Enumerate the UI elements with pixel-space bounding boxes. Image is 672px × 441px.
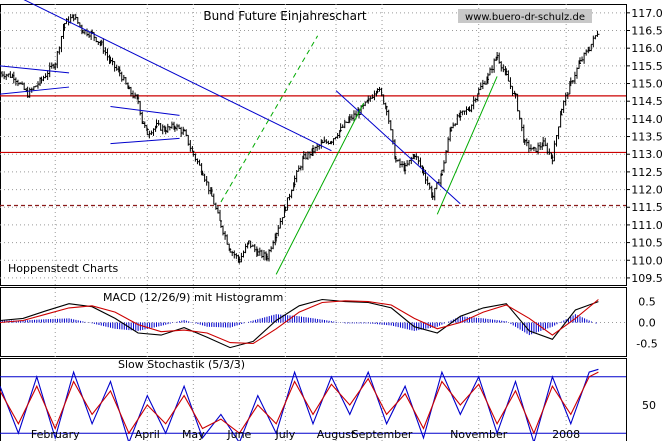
panel-frames	[0, 4, 627, 441]
trendline	[275, 102, 365, 275]
trendline	[110, 137, 180, 145]
x-tick-label: June	[226, 428, 251, 441]
macd-y-tick-label: 0.5	[638, 296, 656, 309]
x-tick-label: November	[450, 428, 508, 441]
y-tick-label: 111.0	[631, 219, 663, 232]
price-panel	[0, 0, 626, 275]
trendline	[335, 90, 461, 205]
y-tick-label: 110.0	[631, 254, 663, 267]
y-tick-label: 117.0	[631, 7, 663, 20]
axis-labels: February April May June July AugustSeptember N…	[31, 7, 663, 441]
trendline	[0, 86, 70, 95]
y-tick-label: 116.5	[631, 25, 663, 38]
chart-root: February April May June July August September N…	[0, 0, 672, 441]
x-tick-label: 2008	[552, 428, 580, 441]
x-tick-label: February	[31, 428, 80, 441]
chart-canvas: February April May June July AugustSeptember N…	[0, 0, 663, 441]
stochastic-frame	[0, 358, 627, 441]
y-tick-label: 114.0	[631, 113, 663, 126]
stochastic-line	[0, 368, 599, 441]
gridlines	[0, 4, 626, 441]
macd-title: MACD (12/26/9) mit Histogramm	[103, 291, 283, 304]
chart-title: Bund Future Einjahreschart	[203, 9, 367, 23]
x-tick-label: May	[182, 428, 205, 441]
x-tick-label: April	[135, 428, 160, 441]
stochastic-y-tick-label: 50	[642, 399, 656, 412]
watermark-text: www.buero-dr-schulz.de	[465, 12, 585, 23]
x-tick-label: September	[352, 428, 413, 441]
macd-y-tick-label: 0.0	[638, 317, 656, 330]
y-tick-label: 112.5	[631, 166, 663, 179]
y-tick-label: 109.5	[631, 272, 663, 285]
y-tick-label: 113.5	[631, 131, 663, 144]
stochastic-title: Slow Stochastik (5/3/3)	[118, 358, 245, 371]
macd-panel	[0, 298, 599, 349]
trendline	[110, 106, 180, 116]
y-tick-label: 112.0	[631, 184, 663, 197]
stochastic-line	[0, 371, 599, 435]
source-label: Hoppenstedt Charts	[8, 262, 119, 275]
x-tick-label: August	[317, 428, 356, 441]
y-tick-label: 115.0	[631, 78, 663, 91]
y-tick-label: 114.5	[631, 95, 663, 108]
trendline	[220, 35, 319, 203]
macd-y-tick-label: -0.5	[636, 337, 657, 350]
price-frame	[0, 4, 627, 286]
trendline	[436, 76, 498, 215]
y-tick-label: 113.0	[631, 148, 663, 161]
y-tick-label: 115.5	[631, 60, 663, 73]
y-tick-label: 116.0	[631, 42, 663, 55]
y-tick-label: 111.5	[631, 201, 663, 214]
x-tick-label: July	[274, 428, 295, 441]
y-tick-label: 110.5	[631, 237, 663, 250]
stochastic-panel	[0, 368, 626, 441]
